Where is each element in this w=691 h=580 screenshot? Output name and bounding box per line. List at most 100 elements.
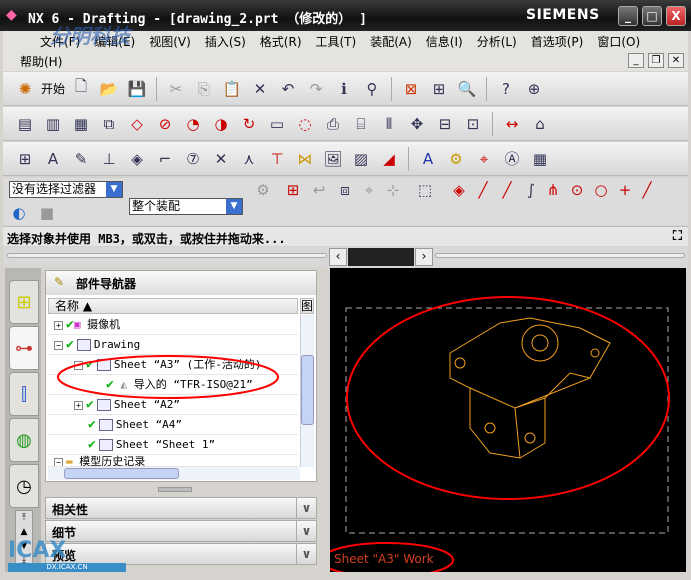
move-view-icon[interactable]: ✥ <box>405 112 429 136</box>
reset-filter-icon[interactable]: ↩ <box>307 178 331 202</box>
tree-item-model-history[interactable]: − ▬ 模型历史记录 <box>48 455 298 467</box>
note-icon[interactable]: A <box>41 147 65 171</box>
snap-control-icon[interactable]: ∫ <box>519 178 543 202</box>
surface-finish-icon[interactable]: ◈ <box>125 147 149 171</box>
annotation-icon[interactable]: ⌂ <box>528 112 552 136</box>
zoom-icon[interactable]: ⊞ <box>427 77 451 101</box>
area-fill-icon[interactable]: ◢ <box>377 147 401 171</box>
edit-text-icon[interactable]: Ⓐ <box>500 147 524 171</box>
view-dependent-edit-icon[interactable]: ⌸ <box>349 112 373 136</box>
chevron-down-icon[interactable]: ∨ <box>296 521 316 541</box>
cross-icon[interactable]: ✕ <box>209 147 233 171</box>
check-icon[interactable]: ✔ <box>88 437 96 452</box>
select-all-icon[interactable]: ⧈ <box>333 178 357 202</box>
scroll-thumb[interactable] <box>64 468 179 479</box>
snap-on-curve-icon[interactable]: ╱ <box>635 178 659 202</box>
help-icon[interactable]: ? <box>494 77 518 101</box>
dimension-icon[interactable]: ↔ <box>500 112 524 136</box>
weld-symbol-icon[interactable]: ⌐ <box>153 147 177 171</box>
panel-dependencies[interactable]: 相关性 ∨ <box>45 497 317 519</box>
open-folder-icon[interactable]: 📂 <box>97 77 121 101</box>
open-sheet-icon[interactable]: ▥ <box>41 112 65 136</box>
id-symbol-icon[interactable]: ⑦ <box>181 147 205 171</box>
tree-item-camera[interactable]: + ✔▣ 摄像机 <box>48 315 298 335</box>
expand-icon[interactable]: + <box>54 320 63 330</box>
menu-tools[interactable]: 工具(T) <box>309 33 364 50</box>
fcf-icon[interactable]: ✎ <box>69 147 93 171</box>
menu-format[interactable]: 格式(R) <box>253 33 309 50</box>
cut-icon[interactable]: ✂ <box>164 77 188 101</box>
view-boundary-icon[interactable]: ◌ <box>293 112 317 136</box>
bowtie-icon[interactable]: ⋈ <box>293 147 317 171</box>
origin-icon[interactable]: ⌖ <box>472 147 496 171</box>
panel-details[interactable]: 细节 ∨ <box>45 520 317 542</box>
tree-item-sheet-1[interactable]: ✔ Sheet “Sheet 1” <box>48 435 298 455</box>
column-header-2[interactable]: 图 <box>300 298 314 314</box>
delete-icon[interactable]: ✕ <box>248 77 272 101</box>
snap-existing-icon[interactable]: + <box>613 178 637 202</box>
snap-center-icon[interactable]: ⊙ <box>565 178 589 202</box>
base-view-icon[interactable]: ⧉ <box>97 112 121 136</box>
panel-preview[interactable]: 预览 ∨ <box>45 543 317 565</box>
scroll-right-button[interactable]: › <box>415 248 433 266</box>
check-icon[interactable]: ✔ <box>88 417 96 432</box>
break-view-icon[interactable]: ▭ <box>265 112 289 136</box>
view-label-icon[interactable]: ⊟ <box>433 112 457 136</box>
revolved-section-icon[interactable]: ↻ <box>237 112 261 136</box>
projected-view-icon[interactable]: ◇ <box>125 112 149 136</box>
paste-icon[interactable]: 📋 <box>220 77 244 101</box>
menu-help[interactable]: 帮助(H) <box>13 53 69 70</box>
snap-intersection-icon[interactable]: ⋔ <box>541 178 565 202</box>
filter-settings-icon[interactable]: ⚙ <box>251 178 275 202</box>
maximize-button[interactable]: □ <box>642 6 662 26</box>
datum-icon[interactable]: ⊥ <box>97 147 121 171</box>
settings-icon[interactable]: ⚙ <box>444 147 468 171</box>
edit-object-icon[interactable]: ℹ <box>332 77 356 101</box>
menu-view[interactable]: 视图(V) <box>142 33 198 50</box>
vertical-scrollbar[interactable] <box>300 315 314 467</box>
part-navigator-tab[interactable]: ⊶ <box>9 326 39 370</box>
mdi-restore-button[interactable]: ❐ <box>648 53 664 68</box>
redo-icon[interactable]: ↷ <box>304 77 328 101</box>
update-view-icon[interactable]: ⎙ <box>321 112 345 136</box>
type-filter-icon[interactable]: ⊞ <box>281 178 305 202</box>
deselect-icon[interactable]: ⌖ <box>357 178 381 202</box>
detail-view-icon[interactable]: ◔ <box>181 112 205 136</box>
section-view-icon[interactable]: ⊘ <box>153 112 177 136</box>
menu-info[interactable]: 信息(I) <box>419 33 470 50</box>
grid-icon[interactable]: ▦ <box>528 147 552 171</box>
mdi-minimize-button[interactable]: _ <box>628 53 644 68</box>
pin-icon[interactable]: ✎ <box>54 275 64 289</box>
graphics-window[interactable]: Sheet "A3" Work <box>320 268 686 578</box>
target-point-icon[interactable]: ⊤ <box>265 147 289 171</box>
view-style-icon[interactable]: ⊡ <box>461 112 485 136</box>
history-tab[interactable]: ◷ <box>9 464 39 508</box>
snap-endpoint-icon[interactable]: ╱ <box>471 178 495 202</box>
align-view-icon[interactable]: ⫴ <box>377 112 401 136</box>
new-sheet-icon[interactable]: ▤ <box>13 112 37 136</box>
scroll-thumb[interactable] <box>348 248 414 266</box>
collapse-icon[interactable]: − <box>54 340 63 350</box>
menu-insert[interactable]: 插入(S) <box>198 33 253 50</box>
check-icon[interactable]: ✔ <box>66 317 74 332</box>
snap-midpoint-icon[interactable]: ╱ <box>495 178 519 202</box>
half-section-icon[interactable]: ◑ <box>209 112 233 136</box>
menu-window[interactable]: 窗口(O) <box>590 33 647 50</box>
chevron-down-icon[interactable]: ∨ <box>296 498 316 518</box>
minimize-button[interactable]: _ <box>618 6 638 26</box>
menu-assembly[interactable]: 装配(A) <box>363 33 419 50</box>
scope-dropdown[interactable]: 整个装配 ▼ <box>129 198 243 215</box>
menu-analysis[interactable]: 分析(L) <box>470 33 524 50</box>
fullscreen-icon[interactable]: ⛶ <box>673 229 682 244</box>
scroll-thumb[interactable] <box>301 355 314 425</box>
text-style-icon[interactable]: A <box>416 147 440 171</box>
tree-item-sheet-a4[interactable]: ✔ Sheet “A4” <box>48 415 298 435</box>
column-header-name[interactable]: 名称 ▲ <box>48 298 298 314</box>
snap-enable-icon[interactable]: ◈ <box>447 178 471 202</box>
collapse-icon[interactable]: − <box>54 457 63 466</box>
zoom-window-icon[interactable]: 🔍 <box>455 77 479 101</box>
horizontal-scrollbar[interactable] <box>48 467 300 480</box>
web-browser-tab[interactable]: ◍ <box>9 418 39 462</box>
display-sheet-icon[interactable]: ▦ <box>69 112 93 136</box>
hatch-icon[interactable]: ▨ <box>349 147 373 171</box>
